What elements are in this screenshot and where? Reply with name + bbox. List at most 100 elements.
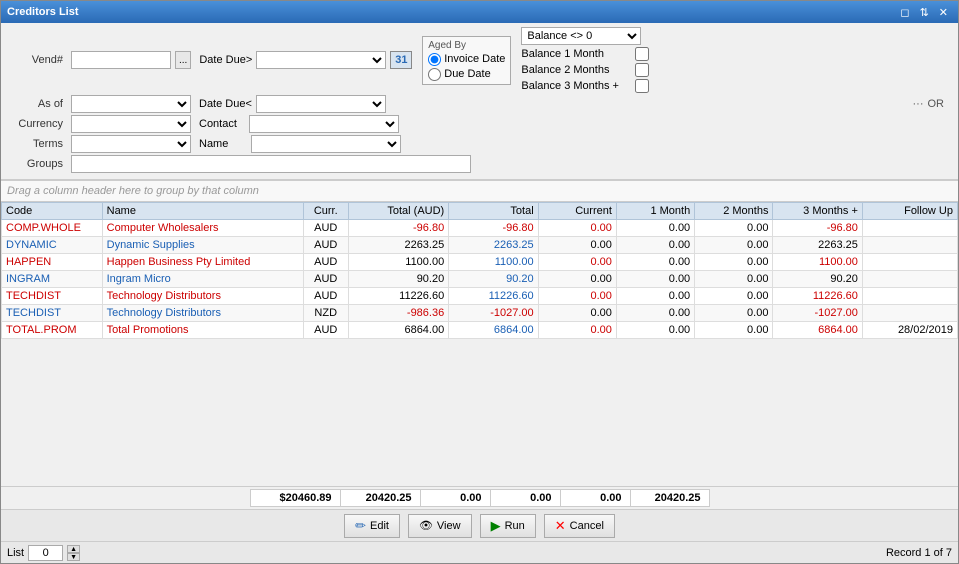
date-due-gt-select[interactable] [256, 51, 386, 69]
creditors-list-window: Creditors List ◻ ⇅ ✕ Vend# ... Date Due>… [0, 0, 959, 564]
col-header-name[interactable]: Name [102, 203, 303, 220]
groups-input[interactable] [71, 155, 471, 173]
date-due-lt-select[interactable] [256, 95, 386, 113]
aged-by-section: Aged By Invoice Date Due Date [422, 36, 511, 85]
cell-m2: 0.00 [695, 288, 773, 305]
vend-input[interactable] [71, 51, 171, 69]
table-row[interactable]: TOTAL.PROM Total Promotions AUD 6864.00 … [2, 322, 958, 339]
close-button[interactable]: ✕ [935, 6, 952, 19]
filter-area: Vend# ... Date Due> 31 Aged By Invoice D… [1, 23, 958, 180]
footer-total: 20420.25 [340, 489, 420, 507]
cell-total-aud: 6864.00 [348, 322, 449, 339]
cell-code: TECHDIST [2, 288, 103, 305]
cell-m3: -96.80 [773, 220, 862, 237]
table-row[interactable]: TECHDIST Technology Distributors AUD 112… [2, 288, 958, 305]
table-header-row: Code Name Curr. Total (AUD) Total Curren… [2, 203, 958, 220]
cell-current: 0.00 [538, 288, 616, 305]
cell-m3: 90.20 [773, 271, 862, 288]
footer-m2: 0.00 [560, 489, 630, 507]
cell-curr: AUD [303, 322, 348, 339]
cell-name: Technology Distributors [102, 288, 303, 305]
balance-2-months-checkbox[interactable] [635, 63, 649, 77]
currency-select[interactable] [71, 115, 191, 133]
table-row[interactable]: INGRAM Ingram Micro AUD 90.20 90.20 0.00… [2, 271, 958, 288]
table-row[interactable]: HAPPEN Happen Business Pty Limited AUD 1… [2, 254, 958, 271]
cell-total-aud: 11226.60 [348, 288, 449, 305]
cell-total-aud: 1100.00 [348, 254, 449, 271]
due-date-option: Due Date [428, 68, 505, 81]
creditors-table: Code Name Curr. Total (AUD) Total Curren… [1, 202, 958, 339]
cell-m2: 0.00 [695, 237, 773, 254]
run-button[interactable]: ▶ Run [480, 514, 536, 538]
terms-label: Terms [7, 138, 67, 150]
cell-name: Dynamic Supplies [102, 237, 303, 254]
cell-total-aud: -986.36 [348, 305, 449, 322]
cell-total: 6864.00 [449, 322, 538, 339]
spin-up-button[interactable]: ▲ [67, 545, 80, 553]
balance-1-month-checkbox[interactable] [635, 47, 649, 61]
ellipsis-or: ··· [913, 98, 924, 110]
date-due-lt-label: Date Due< [199, 98, 252, 110]
balance-filter-row: Balance <> 0 [521, 27, 649, 45]
as-of-select[interactable] [71, 95, 191, 113]
cell-m3: -1027.00 [773, 305, 862, 322]
cell-name: Total Promotions [102, 322, 303, 339]
view-icon: 👁 [419, 519, 433, 532]
cell-total: 11226.60 [449, 288, 538, 305]
balance-section: Balance <> 0 Balance 1 Month Balance 2 M… [521, 27, 649, 93]
run-icon: ▶ [491, 518, 501, 534]
restore-button[interactable]: ◻ [896, 6, 913, 19]
currency-label: Currency [7, 118, 67, 130]
invoice-date-radio[interactable] [428, 53, 441, 66]
cell-m1: 0.00 [616, 305, 694, 322]
cell-followup: 28/02/2019 [862, 322, 957, 339]
table-container: Code Name Curr. Total (AUD) Total Curren… [1, 202, 958, 486]
col-header-code[interactable]: Code [2, 203, 103, 220]
view-button[interactable]: 👁 View [408, 514, 472, 538]
balance-filter-select[interactable]: Balance <> 0 [521, 27, 641, 45]
cancel-button[interactable]: ✕ Cancel [544, 514, 615, 538]
cell-total: 2263.25 [449, 237, 538, 254]
cell-m1: 0.00 [616, 271, 694, 288]
view-label: View [437, 520, 461, 532]
record-info: Record 1 of 7 [886, 547, 952, 559]
terms-select[interactable] [71, 135, 191, 153]
table-row[interactable]: TECHDIST Technology Distributors NZD -98… [2, 305, 958, 322]
balance-3-months-checkbox[interactable] [635, 79, 649, 93]
cell-m1: 0.00 [616, 220, 694, 237]
filter-row-4: Terms Name [7, 135, 952, 153]
cell-m2: 0.00 [695, 220, 773, 237]
vend-label: Vend# [7, 54, 67, 66]
edit-button[interactable]: ✏ Edit [344, 514, 400, 538]
table-body: COMP.WHOLE Computer Wholesalers AUD -96.… [2, 220, 958, 339]
col-header-2months[interactable]: 2 Months [695, 203, 773, 220]
col-header-total-aud[interactable]: Total (AUD) [348, 203, 449, 220]
col-header-1month[interactable]: 1 Month [616, 203, 694, 220]
move-button[interactable]: ⇅ [916, 6, 933, 19]
list-input[interactable] [28, 545, 63, 561]
edit-label: Edit [370, 520, 389, 532]
cell-code: HAPPEN [2, 254, 103, 271]
col-header-3months[interactable]: 3 Months + [773, 203, 862, 220]
balance-1-month-label: Balance 1 Month [521, 48, 631, 60]
due-date-label: Due Date [444, 68, 490, 80]
col-header-current[interactable]: Current [538, 203, 616, 220]
footer-m3: 20420.25 [630, 489, 710, 507]
cell-total: 90.20 [449, 271, 538, 288]
contact-select[interactable] [249, 115, 399, 133]
calendar-button[interactable]: 31 [390, 51, 412, 69]
col-header-followup[interactable]: Follow Up [862, 203, 957, 220]
balance-2-months-row: Balance 2 Months [521, 63, 649, 77]
col-header-total[interactable]: Total [449, 203, 538, 220]
vend-ellipsis-button[interactable]: ... [175, 51, 191, 69]
filter-row-1: Vend# ... Date Due> 31 Aged By Invoice D… [7, 27, 952, 93]
cell-current: 0.00 [538, 305, 616, 322]
title-bar-controls: ◻ ⇅ ✕ [896, 6, 952, 19]
table-row[interactable]: COMP.WHOLE Computer Wholesalers AUD -96.… [2, 220, 958, 237]
due-date-radio[interactable] [428, 68, 441, 81]
name-select[interactable] [251, 135, 401, 153]
spin-down-button[interactable]: ▼ [67, 553, 80, 561]
col-header-curr[interactable]: Curr. [303, 203, 348, 220]
cell-code: DYNAMIC [2, 237, 103, 254]
table-row[interactable]: DYNAMIC Dynamic Supplies AUD 2263.25 226… [2, 237, 958, 254]
